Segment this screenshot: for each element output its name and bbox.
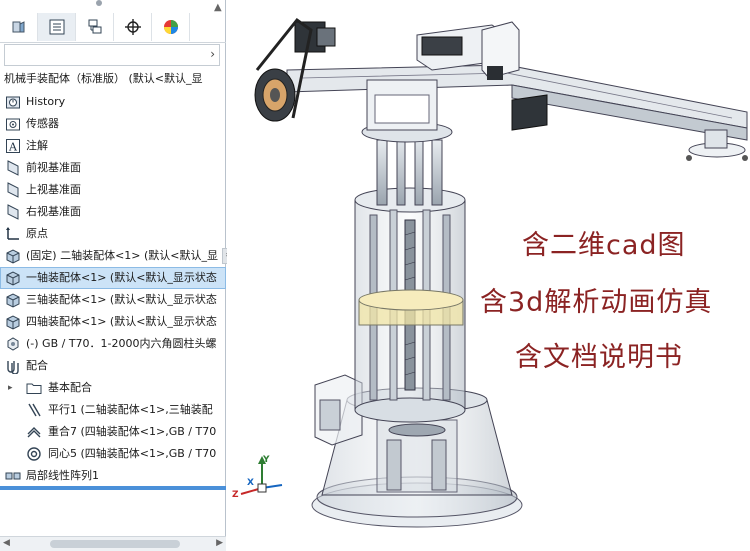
tree-filter-input[interactable]: › bbox=[4, 44, 220, 66]
tab-property-manager[interactable] bbox=[38, 13, 76, 41]
dimxpert-icon bbox=[124, 19, 141, 35]
history-icon bbox=[6, 96, 20, 109]
tree-item-history[interactable]: History bbox=[0, 91, 226, 113]
tree-item-annotations[interactable]: A 注解 bbox=[0, 135, 226, 157]
tree-item-sensors[interactable]: 传感器 bbox=[0, 113, 226, 135]
tree-item-concentric-mate[interactable]: 同心5 (四轴装配体<1>,GB / T70 bbox=[0, 443, 226, 465]
assembly-root-node[interactable]: 机械手装配体（标准版） (默认<默认_显 bbox=[0, 70, 226, 88]
tree-item-second-axis-assembly[interactable]: (固定) 二轴装配体<1> (默认<默认_显 bbox=[0, 245, 226, 267]
tree-item-label: 一轴装配体<1> (默认<默认_显示状态 bbox=[26, 271, 217, 284]
expand-arrow-icon[interactable]: ▸ bbox=[8, 377, 13, 399]
chevron-right-icon[interactable]: › bbox=[210, 47, 215, 61]
subassembly-icon bbox=[6, 271, 20, 286]
subassembly-icon bbox=[6, 293, 20, 308]
plane-icon bbox=[7, 160, 19, 176]
feature-manager-panel: ▲ › 机械手装配体（标准版） (默认<默认_显 History 传感器 A 注… bbox=[0, 0, 226, 551]
coincident-mate-icon bbox=[27, 427, 41, 438]
tab-configuration-manager[interactable] bbox=[76, 13, 114, 41]
scrollbar-thumb[interactable] bbox=[50, 540, 180, 548]
tree-item-label: 平行1 (二轴装配体<1>,三轴装配 bbox=[48, 403, 213, 416]
rollback-bar[interactable] bbox=[0, 486, 226, 490]
tree-item-label: 局部线性阵列1 bbox=[26, 469, 99, 482]
mates-icon bbox=[7, 361, 19, 374]
tab-feature-manager[interactable] bbox=[0, 13, 38, 41]
plane-icon bbox=[7, 204, 19, 220]
panel-grip[interactable] bbox=[96, 0, 102, 6]
tree-item-label: 基本配合 bbox=[48, 381, 92, 394]
tree-item-coincident-mate[interactable]: 重合7 (四轴装配体<1>,GB / T70 bbox=[0, 421, 226, 443]
annotation-icon: A bbox=[6, 139, 20, 154]
origin-icon bbox=[6, 227, 19, 240]
tree-item-label: 右视基准面 bbox=[26, 205, 81, 218]
tree-item-label: (固定) 二轴装配体<1> (默认<默认_显 bbox=[26, 249, 219, 262]
sensor-icon bbox=[6, 118, 20, 131]
feature-tree: History 传感器 A 注解 前视基准面 上视基准面 右视基准面 原点 (固 bbox=[0, 91, 226, 487]
tree-item-label: 前视基准面 bbox=[26, 161, 81, 174]
display-manager-icon bbox=[163, 20, 178, 34]
tree-item-linear-pattern[interactable]: 局部线性阵列1 bbox=[0, 465, 226, 487]
plane-icon bbox=[7, 182, 19, 198]
tree-item-label: 三轴装配体<1> (默认<默认_显示状态 bbox=[26, 293, 217, 306]
triad-y-label: Y bbox=[263, 455, 270, 465]
linear-pattern-icon bbox=[5, 472, 21, 480]
subassembly-icon bbox=[6, 249, 20, 264]
tree-item-label: 传感器 bbox=[26, 117, 59, 130]
scroll-right-arrow-icon[interactable]: ▶ bbox=[216, 538, 223, 548]
tree-item-mates[interactable]: 配合 bbox=[0, 355, 226, 377]
scroll-left-arrow-icon[interactable]: ◀ bbox=[3, 538, 10, 548]
configuration-manager-icon bbox=[88, 19, 101, 34]
assembly-root-label: 机械手装配体（标准版） (默认<默认_显 bbox=[4, 72, 203, 85]
tree-item-top-plane[interactable]: 上视基准面 bbox=[0, 179, 226, 201]
tree-item-third-axis-assembly[interactable]: 三轴装配体<1> (默认<默认_显示状态 bbox=[0, 289, 226, 311]
subassembly-icon bbox=[6, 315, 20, 330]
horizontal-scrollbar[interactable]: ◀ ▶ bbox=[0, 536, 226, 551]
tree-item-origin[interactable]: 原点 bbox=[0, 223, 226, 245]
manager-tab-bar bbox=[0, 12, 226, 43]
parallel-mate-icon bbox=[28, 403, 41, 417]
tab-dimxpert-manager[interactable] bbox=[114, 13, 152, 41]
concentric-mate-icon bbox=[27, 447, 41, 461]
tree-item-label: 原点 bbox=[26, 227, 48, 240]
caption-documentation: 含文档说明书 bbox=[515, 342, 683, 373]
part-icon bbox=[7, 337, 19, 351]
tree-item-right-plane[interactable]: 右视基准面 bbox=[0, 201, 226, 223]
tree-item-label: 上视基准面 bbox=[26, 183, 81, 196]
tree-item-label: 注解 bbox=[26, 139, 48, 152]
caption-cad-drawing: 含二维cad图 bbox=[522, 230, 686, 261]
triad-z-label: Z bbox=[232, 490, 239, 500]
graphics-area[interactable]: Y Z X 含二维cad图 含3d解析动画仿真 含文档说明书 bbox=[227, 0, 750, 550]
feature-tree-icon bbox=[12, 21, 24, 33]
tree-item-label: 重合7 (四轴装配体<1>,GB / T70 bbox=[48, 425, 217, 438]
tree-item-label: 配合 bbox=[26, 359, 48, 372]
tree-item-screw-part[interactable]: (-) GB / T70．1-2000内六角圆柱头螺 bbox=[0, 333, 226, 355]
tree-item-label: 同心5 (四轴装配体<1>,GB / T70 bbox=[48, 447, 217, 460]
tree-item-basic-mates-folder[interactable]: ▸ 基本配合 bbox=[0, 377, 226, 399]
folder-icon bbox=[26, 383, 42, 394]
triad-x-label: X bbox=[247, 478, 254, 488]
tree-item-fourth-axis-assembly[interactable]: 四轴装配体<1> (默认<默认_显示状态 bbox=[0, 311, 226, 333]
robot-arm-model bbox=[240, 17, 748, 528]
tree-item-parallel-mate[interactable]: 平行1 (二轴装配体<1>,三轴装配 bbox=[0, 399, 226, 421]
caption-3d-animation: 含3d解析动画仿真 bbox=[480, 287, 713, 318]
tab-display-manager[interactable] bbox=[152, 13, 190, 41]
tree-item-label: (-) GB / T70．1-2000内六角圆柱头螺 bbox=[26, 337, 217, 350]
property-manager-icon bbox=[49, 19, 64, 35]
svg-text:A: A bbox=[8, 141, 18, 154]
tree-item-label: History bbox=[26, 95, 66, 108]
tree-item-front-plane[interactable]: 前视基准面 bbox=[0, 157, 226, 179]
tree-item-label: 四轴装配体<1> (默认<默认_显示状态 bbox=[26, 315, 217, 328]
tree-item-first-axis-assembly[interactable]: 一轴装配体<1> (默认<默认_显示状态 bbox=[0, 267, 226, 289]
